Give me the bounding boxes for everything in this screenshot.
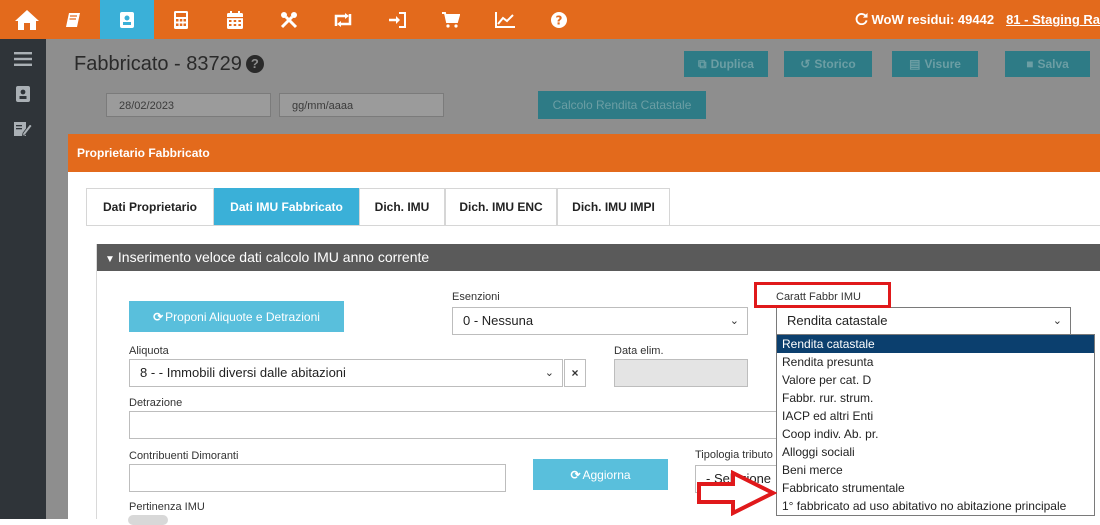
contribuenti-input[interactable] [129,464,506,492]
cart-icon[interactable] [424,0,478,39]
esenzioni-select[interactable]: 0 - Nessuna⌄ [452,307,748,335]
tab-dich-imu-enc[interactable]: Dich. IMU ENC [445,188,557,226]
detrazione-input[interactable] [129,411,780,439]
dropdown-option[interactable]: Fabbr. rur. strum. [777,389,1094,407]
dropdown-option[interactable]: 1° fabbricato ad uso abitativo no abitaz… [777,497,1094,515]
dropdown-option[interactable]: IACP ed altri Enti [777,407,1094,425]
clear-aliquota-button[interactable]: × [564,359,586,387]
dropdown-option[interactable]: Beni merce [777,461,1094,479]
table-icon: ▤ [909,57,920,71]
wow-residui-label: WoW residui: 49442 [872,12,995,27]
highlight-box [754,282,891,308]
chevron-down-icon: ⌄ [545,360,554,386]
topbar-right: WoW residui: 49442 81 - Staging Ra [855,0,1100,39]
data-elim-label: Data elim. [614,345,664,357]
salva-button[interactable]: ■Salva [1005,51,1090,77]
menu-icon[interactable] [0,44,46,74]
tipologia-label: Tipologia tributo [695,449,777,461]
detrazione-label: Detrazione [129,397,182,409]
red-arrow-annotation [697,470,777,516]
chevron-down-icon: ⌄ [1053,308,1062,334]
contribuenti-label: Contribuenti Dimoranti [129,450,238,462]
calcolo-rendita-button[interactable]: Calcolo Rendita Catastale [538,91,706,119]
left-sidebar [0,39,46,519]
chevron-down-icon: ⌄ [730,308,739,334]
tab-dati-proprietario[interactable]: Dati Proprietario [86,188,214,226]
question-icon[interactable]: ? [532,0,586,39]
sign-in-icon[interactable] [370,0,424,39]
id-card-icon[interactable] [100,0,154,39]
dropdown-option[interactable]: Rendita presunta [777,353,1094,371]
calendar-icon[interactable] [208,0,262,39]
caratt-fabbr-dropdown-list: Rendita catastaleRendita presuntaValore … [776,334,1095,516]
aliquota-label: Aliquota [129,345,169,357]
panel-header[interactable]: ▼Inserimento veloce dati calcolo IMU ann… [97,244,1100,271]
contact-card-icon[interactable] [0,79,46,109]
copy-icon: ⧉ [698,57,707,72]
data-elim-field [614,359,748,387]
dropdown-option[interactable]: Valore per cat. D [777,371,1094,389]
staging-link[interactable]: 81 - Staging Ra [1006,12,1100,27]
dropdown-option[interactable]: Coop indiv. Ab. pr. [777,425,1094,443]
aliquota-select[interactable]: 8 - - Immobili diversi dalle abitazioni⌄ [129,359,563,387]
calculator-icon[interactable] [154,0,208,39]
storico-button[interactable]: ↺Storico [784,51,872,77]
date-placeholder-field[interactable]: gg/mm/aaaa [279,93,444,117]
proponi-aliquote-button[interactable]: ⟳Proponi Aliquote e Detrazioni [129,301,344,332]
pertinenza-label: Pertinenza IMU [129,501,205,513]
tab-dati-imu-fabbricato[interactable]: Dati IMU Fabbricato [214,188,359,226]
date-field[interactable]: 28/02/2023 [106,93,271,117]
retweet-icon[interactable] [316,0,370,39]
refresh-icon: ⟳ [570,468,580,482]
esenzioni-label: Esenzioni [452,291,500,303]
refresh-icon[interactable] [855,12,868,28]
pertinenza-toggle[interactable] [128,515,168,525]
page-title: Fabbricato - 83729? [74,53,264,76]
edit-document-icon[interactable] [0,113,46,143]
caratt-fabbr-select[interactable]: Rendita catastale⌄ [776,307,1071,335]
svg-text:?: ? [556,13,563,27]
dropdown-option[interactable]: Fabbricato strumentale [777,479,1094,497]
chart-icon[interactable] [478,0,532,39]
tools-icon[interactable] [262,0,316,39]
help-icon[interactable]: ? [246,55,264,73]
aggiorna-button[interactable]: ⟳Aggiorna [533,459,668,490]
tabs-divider [86,225,1100,226]
dropdown-option[interactable]: Rendita catastale [777,335,1094,353]
duplica-button[interactable]: ⧉Duplica [684,51,768,77]
refresh-icon: ⟳ [153,310,163,324]
save-icon: ■ [1026,57,1033,71]
visure-button[interactable]: ▤Visure [892,51,978,77]
tab-dich-imu-impi[interactable]: Dich. IMU IMPI [557,188,670,226]
modal-title: Proprietario Fabbricato [68,134,1100,172]
history-icon: ↺ [800,57,810,71]
caret-down-icon: ▼ [105,254,115,265]
dropdown-option[interactable]: Alloggi sociali [777,443,1094,461]
top-navbar: ? WoW residui: 49442 81 - Staging Ra [0,0,1100,39]
book-icon[interactable] [46,0,100,39]
tab-dich-imu[interactable]: Dich. IMU [359,188,445,226]
